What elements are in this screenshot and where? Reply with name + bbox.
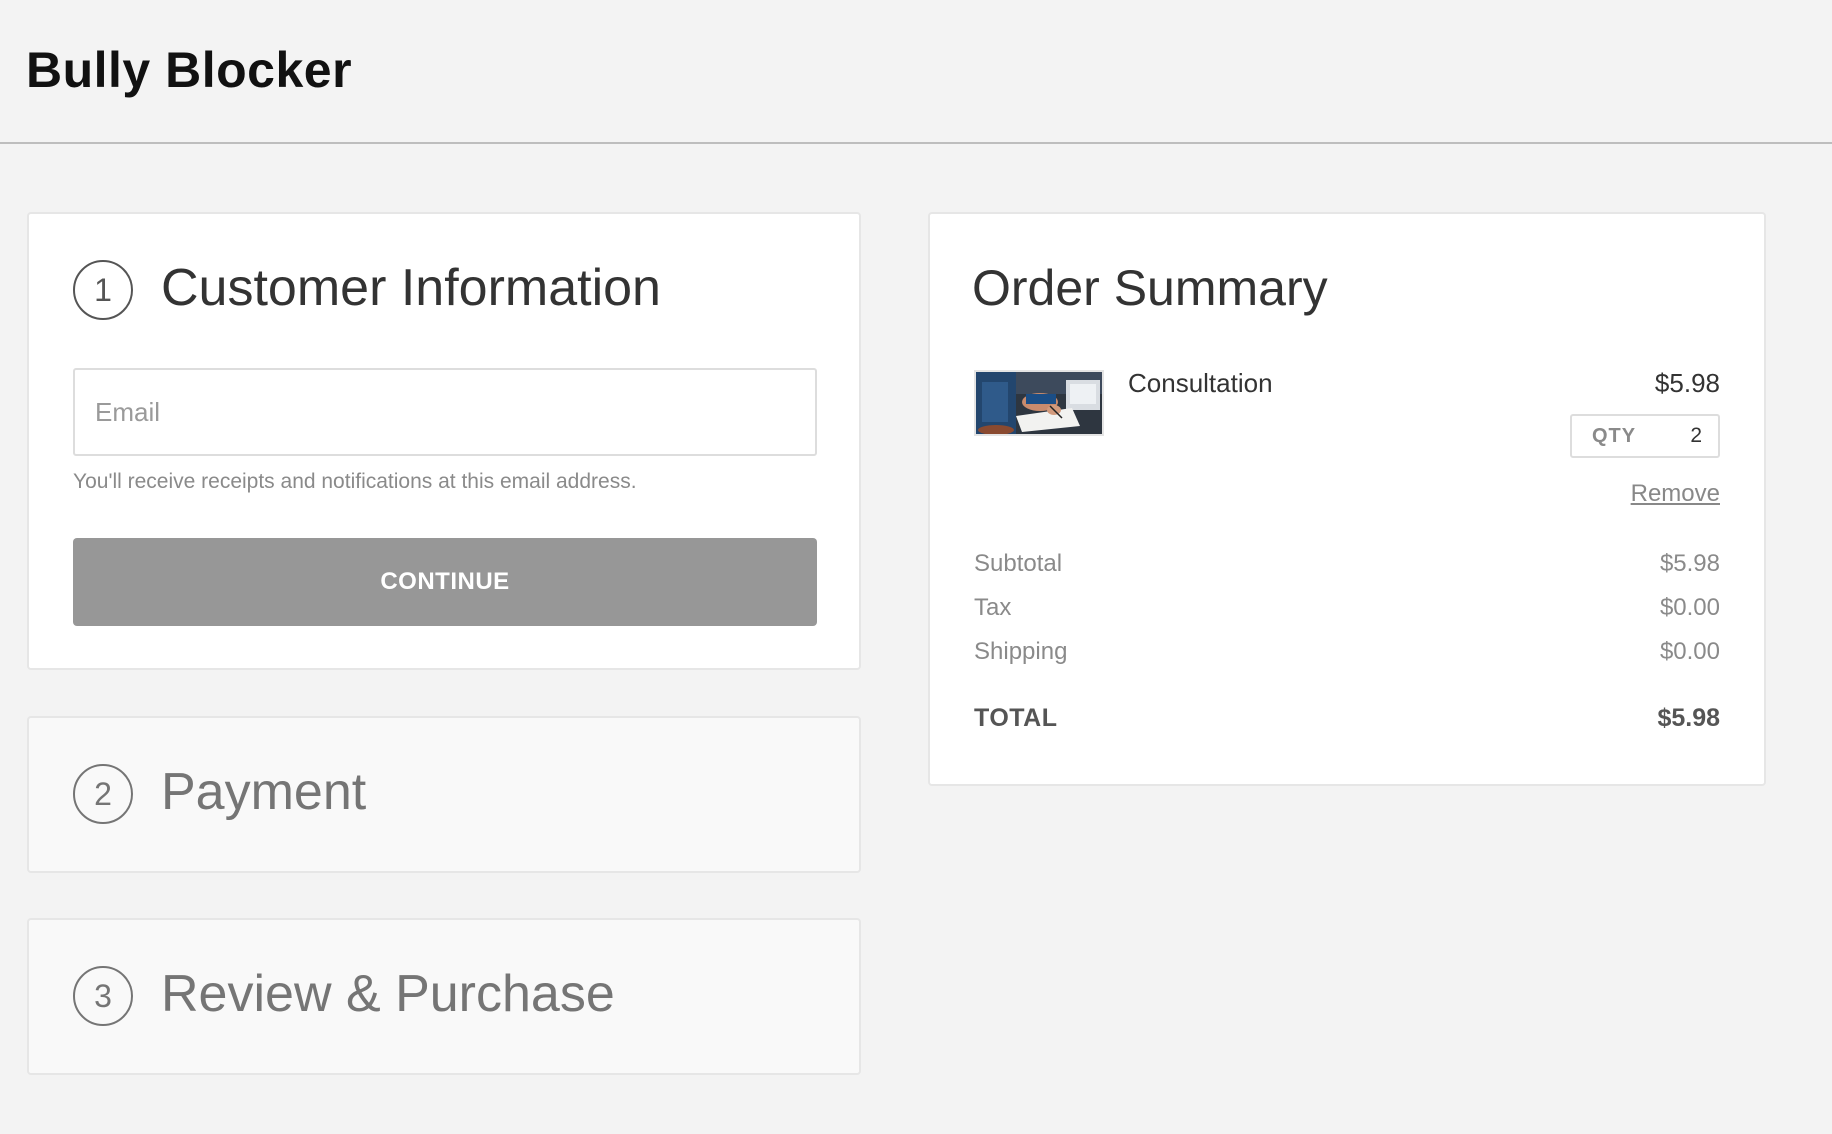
- email-input[interactable]: [73, 368, 817, 456]
- subtotal-value: $5.98: [1659, 550, 1720, 577]
- customer-information-card: 1 Customer Information You'll receive re…: [27, 212, 861, 670]
- brand-title: Bully Blocker: [26, 42, 353, 98]
- shipping-label: Shipping: [974, 638, 1068, 665]
- step-title-payment: Payment: [161, 763, 367, 821]
- remove-item-link[interactable]: Remove: [1631, 480, 1720, 508]
- email-hint: You'll receive receipts and notification…: [73, 470, 637, 493]
- item-price: $5.98: [1654, 368, 1720, 398]
- order-summary-title: Order Summary: [972, 260, 1328, 316]
- shipping-value: $0.00: [1659, 638, 1720, 665]
- tax-label: Tax: [974, 594, 1012, 621]
- quantity-field[interactable]: QTY 2: [1570, 414, 1720, 458]
- product-thumbnail: [974, 370, 1104, 436]
- qty-value[interactable]: 2: [1690, 424, 1702, 448]
- tax-row: Tax $0.00: [974, 594, 1720, 622]
- site-header: Bully Blocker: [0, 0, 1832, 144]
- item-name: Consultation: [1128, 368, 1273, 398]
- step-number-3: 3: [73, 966, 133, 1026]
- total-row: TOTAL $5.98: [974, 704, 1720, 733]
- continue-button[interactable]: CONTINUE: [73, 538, 817, 626]
- total-label: TOTAL: [974, 704, 1058, 732]
- step-number-2: 2: [73, 764, 133, 824]
- order-summary-card: Order Summary Consultation $5.98 QTY 2 R…: [928, 212, 1766, 786]
- subtotal-label: Subtotal: [974, 550, 1063, 577]
- tax-value: $0.00: [1659, 594, 1720, 621]
- step-number-1: 1: [73, 260, 133, 320]
- total-value: $5.98: [1657, 704, 1720, 732]
- review-purchase-card[interactable]: 3 Review & Purchase: [27, 918, 861, 1075]
- subtotal-row: Subtotal $5.98: [974, 550, 1720, 578]
- step-title-customer-information: Customer Information: [161, 259, 661, 317]
- payment-card[interactable]: 2 Payment: [27, 716, 861, 873]
- step-title-review-purchase: Review & Purchase: [161, 965, 615, 1023]
- shipping-row: Shipping $0.00: [974, 638, 1720, 666]
- qty-label: QTY: [1592, 424, 1637, 447]
